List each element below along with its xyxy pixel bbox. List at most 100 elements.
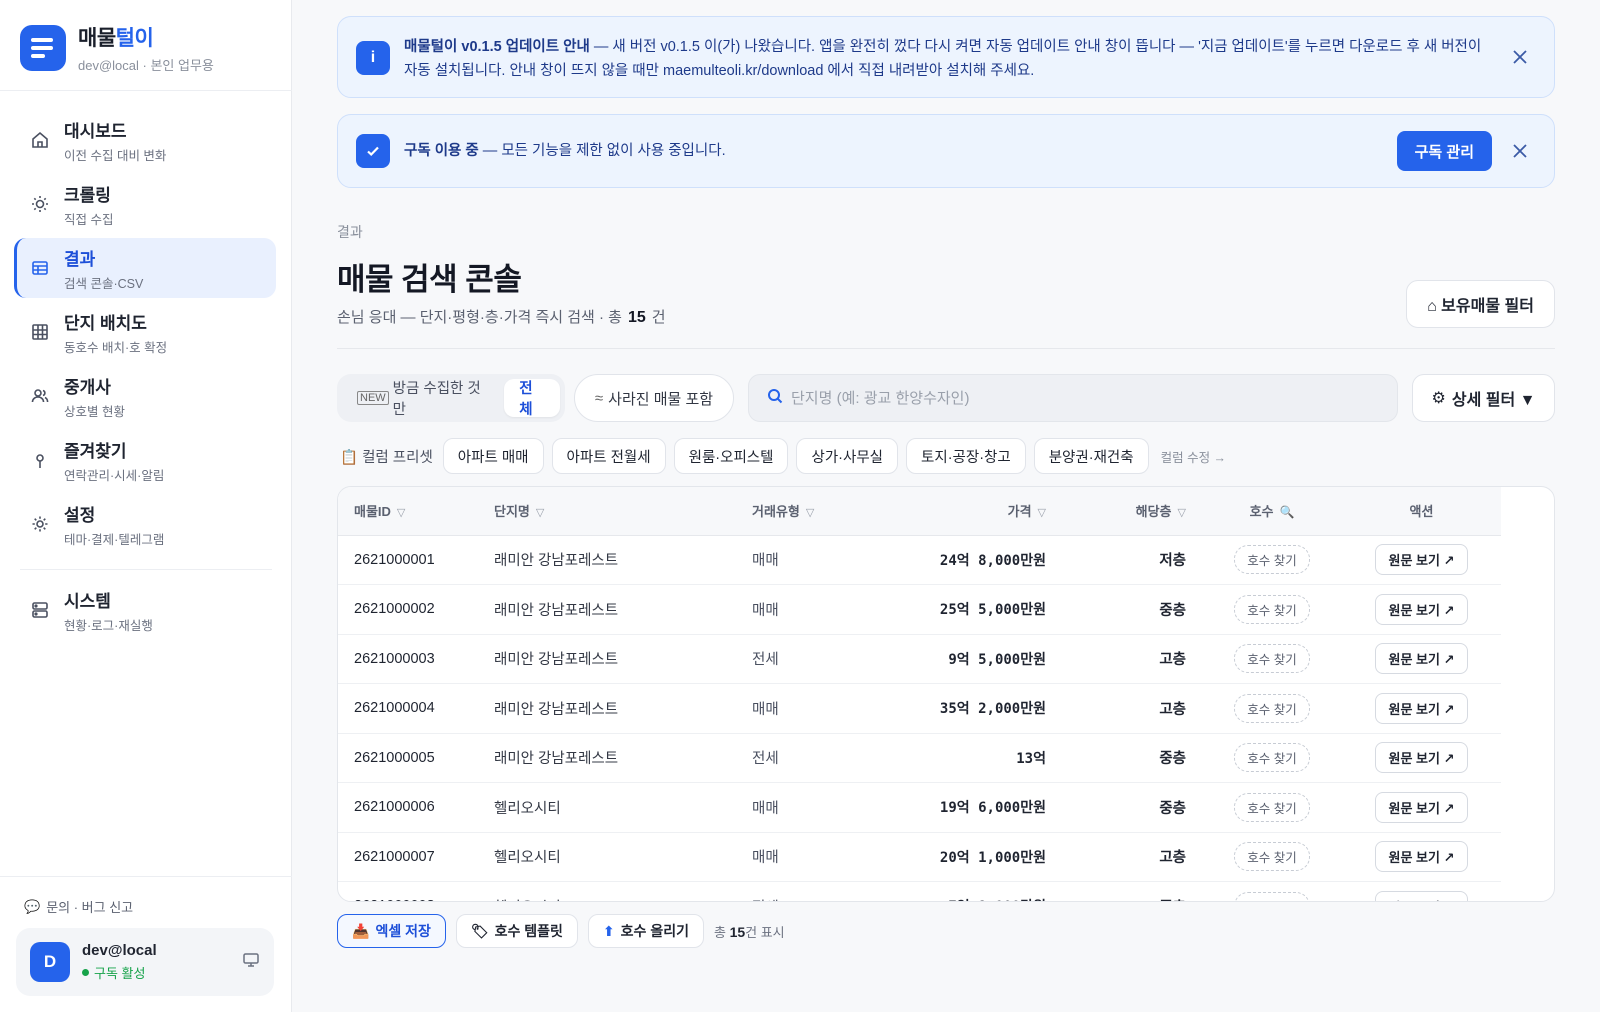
app-logo-icon xyxy=(20,25,66,71)
pin-icon xyxy=(28,448,52,472)
cell-name: 래미안 강남포레스트 xyxy=(478,535,736,585)
cell-deal: 매매 xyxy=(736,683,886,734)
cell-name: 래미안 강남포레스트 xyxy=(478,584,736,635)
sidebar-item-title: 크롤링 xyxy=(64,185,111,205)
view-original-button[interactable]: 원문 보기 ↗ xyxy=(1374,643,1469,675)
find-unit-button[interactable]: 호수 찾기 xyxy=(1234,594,1310,624)
cell-deal: 전세 xyxy=(736,881,886,901)
search-input[interactable] xyxy=(791,389,1371,407)
cell-id: 2621000006 xyxy=(338,782,478,833)
column-header-price[interactable]: 가격 ▽ xyxy=(886,487,1062,536)
view-original-button[interactable]: 원문 보기 ↗ xyxy=(1374,742,1469,774)
unit-template-button[interactable]: 🏷 호수 템플릿 xyxy=(455,914,578,948)
user-card[interactable]: D dev@local 구독 활성 xyxy=(16,928,274,996)
table-row[interactable]: 2621000001 래미안 강남포레스트 매매 24억 8,000만원 저층 호수 찾기… xyxy=(338,535,1501,585)
owned-listings-filter-button[interactable]: ⌂ 보유매물 필터 xyxy=(1406,280,1555,328)
view-original-button[interactable]: 원문 보기 ↗ xyxy=(1374,544,1469,576)
subscription-banner-text: 구독 이용 중 — 모든 기능을 제한 없이 사용 중입니다. xyxy=(404,143,726,159)
table-row[interactable]: 2621000002 래미안 강남포레스트 매매 25억 5,000만원 중층 호수 찾기… xyxy=(338,584,1501,635)
filter-icon[interactable]: ▽ xyxy=(397,507,405,519)
monitor-icon[interactable] xyxy=(242,951,260,974)
sidebar-item-title: 중개사 xyxy=(64,377,111,397)
cell-name: 헬리오시티 xyxy=(478,881,736,901)
find-unit-button[interactable]: 호수 찾기 xyxy=(1234,644,1310,674)
search-icon[interactable]: 🔍 xyxy=(1279,505,1294,519)
search-box[interactable] xyxy=(748,374,1398,422)
divider xyxy=(20,569,272,570)
filter-icon[interactable]: ▽ xyxy=(1178,507,1186,519)
server-icon xyxy=(28,598,52,622)
manage-subscription-button[interactable]: 구독 관리 xyxy=(1396,131,1492,171)
table-row[interactable]: 2621000005 래미안 강남포레스트 전세 13억 중층 호수 찾기 원문 보기 ↗ xyxy=(338,733,1501,783)
table-row[interactable]: 2621000008헬리오시티전세7억 9,000만원중층호수 찾기 원문 보기 … xyxy=(338,881,1501,901)
cell-id: 2621000001 xyxy=(338,535,478,585)
sun-icon xyxy=(28,192,52,216)
find-unit-button[interactable]: 호수 찾기 xyxy=(1234,792,1310,822)
edit-columns-link[interactable]: 컬럼 수정 → xyxy=(1161,447,1226,466)
table-header-row: 매물ID ▽ 단지명 ▽ 거래유형 ▽ 가격 ▽ 해당층 ▽ 호수 🔍 액션 xyxy=(338,487,1501,536)
cell-deal: 매매 xyxy=(736,535,886,585)
segment-all[interactable]: 전체 xyxy=(504,379,560,418)
find-unit-button[interactable]: 호수 찾기 xyxy=(1234,842,1310,872)
include-removed-toggle[interactable]: ≈ 사라진 매물 포함 xyxy=(574,374,734,422)
sidebar-item-title: 대시보드 xyxy=(64,121,127,141)
sidebar-item-sub: 상호별 현황 xyxy=(64,404,125,419)
preset-chip[interactable]: 아파트 매매 xyxy=(442,438,544,474)
column-header-id[interactable]: 매물ID ▽ xyxy=(338,487,478,536)
detail-filter-button[interactable]: ⚙ 상세 필터 ▼ xyxy=(1412,374,1555,422)
sidebar-item-system[interactable]: 시스템 현황·로그·재실행 xyxy=(14,580,276,640)
find-unit-button[interactable]: 호수 찾기 xyxy=(1234,891,1310,901)
view-original-button[interactable]: 원문 보기 ↗ xyxy=(1374,593,1469,625)
table-row[interactable]: 2621000003 래미안 강남포레스트 전세 9억 5,000만원 고층 호수 찾기 원… xyxy=(338,634,1501,684)
cell-deal: 매매 xyxy=(736,584,886,635)
cell-deal: 매매 xyxy=(736,782,886,833)
report-link[interactable]: 💬 문의 · 버그 신고 xyxy=(24,897,133,916)
sidebar-item-5[interactable]: 즐겨찾기연락관리·시세·알림 xyxy=(14,430,276,490)
gear-icon xyxy=(28,512,52,536)
unit-upload-button[interactable]: ⬆ 호수 올리기 xyxy=(587,914,704,948)
divider xyxy=(337,348,1555,349)
preset-chip[interactable]: 토지·공장·창고 xyxy=(906,438,1026,474)
preset-chip[interactable]: 아파트 전월세 xyxy=(551,438,666,474)
preset-chip[interactable]: 분양권·재건축 xyxy=(1033,438,1149,474)
column-header-name[interactable]: 단지명 ▽ xyxy=(478,487,736,536)
sidebar-item-0[interactable]: 대시보드이전 수집 대비 변화 xyxy=(14,110,276,170)
table-row[interactable]: 2621000006 헬리오시티 매매 19억 6,000만원 중층 호수 찾기 원문 보기… xyxy=(338,782,1501,833)
subscription-status: 구독 활성 xyxy=(82,963,242,982)
cell-price: 24억 8,000만원 xyxy=(886,535,1062,585)
filter-icon[interactable]: ▽ xyxy=(536,507,544,519)
close-icon[interactable] xyxy=(1508,139,1532,163)
sidebar-item-2[interactable]: 결과 검색 콘솔·CSV xyxy=(14,238,276,298)
brand-name: 매물털이 xyxy=(78,27,154,50)
view-original-button[interactable]: 원문 보기 ↗ xyxy=(1374,841,1469,873)
close-icon[interactable] xyxy=(1508,45,1532,69)
sidebar-item-6[interactable]: 설정 테마·결제·텔레그램 xyxy=(14,494,276,554)
excel-export-button[interactable]: 📥 엑셀 저장 xyxy=(337,914,446,948)
sidebar-item-1[interactable]: 크롤링 직접 수집 xyxy=(14,174,276,234)
column-header-deal[interactable]: 거래유형 ▽ xyxy=(736,487,886,536)
find-unit-button[interactable]: 호수 찾기 xyxy=(1234,743,1310,773)
filter-icon[interactable]: ▽ xyxy=(1038,507,1046,519)
cell-floor: 중층 xyxy=(1062,782,1202,833)
view-original-button[interactable]: 원문 보기 ↗ xyxy=(1374,890,1469,901)
sidebar-item-sub: 연락관리·시세·알림 xyxy=(64,468,165,483)
table-row[interactable]: 2621000004 래미안 강남포레스트 매매 35억 2,000만원 고층 호수 찾기… xyxy=(338,683,1501,734)
find-unit-button[interactable]: 호수 찾기 xyxy=(1234,545,1310,575)
column-header-floor[interactable]: 해당층 ▽ xyxy=(1062,487,1202,536)
preset-chip[interactable]: 상가·사무실 xyxy=(796,438,899,474)
find-unit-button[interactable]: 호수 찾기 xyxy=(1234,693,1310,723)
sidebar-item-title: 설정 xyxy=(64,505,96,525)
view-original-button[interactable]: 원문 보기 ↗ xyxy=(1374,692,1469,724)
total-count: 15 xyxy=(627,309,646,326)
view-original-button[interactable]: 원문 보기 ↗ xyxy=(1374,791,1469,823)
segment-recent-only[interactable]: NEW 방금 수집한 것만 xyxy=(342,379,504,418)
sidebar-item-title: 즐겨찾기 xyxy=(64,441,127,461)
filter-icon[interactable]: ▽ xyxy=(806,507,814,519)
cell-floor: 중층 xyxy=(1062,584,1202,635)
brand[interactable]: 매물털이 dev@local · 본인 업무용 xyxy=(20,22,214,74)
sidebar-item-3[interactable]: 단지 배치도 동호수 배치·호 확정 xyxy=(14,302,276,362)
preset-chip[interactable]: 원룸·오피스텔 xyxy=(673,438,789,474)
sidebar-item-sub: 이전 수집 대비 변화 xyxy=(64,148,167,163)
table-row[interactable]: 2621000007 헬리오시티 매매 20억 1,000만원 고층 호수 찾기 원문 보기… xyxy=(338,832,1501,882)
sidebar-item-4[interactable]: 중개사상호별 현황 xyxy=(14,366,276,426)
